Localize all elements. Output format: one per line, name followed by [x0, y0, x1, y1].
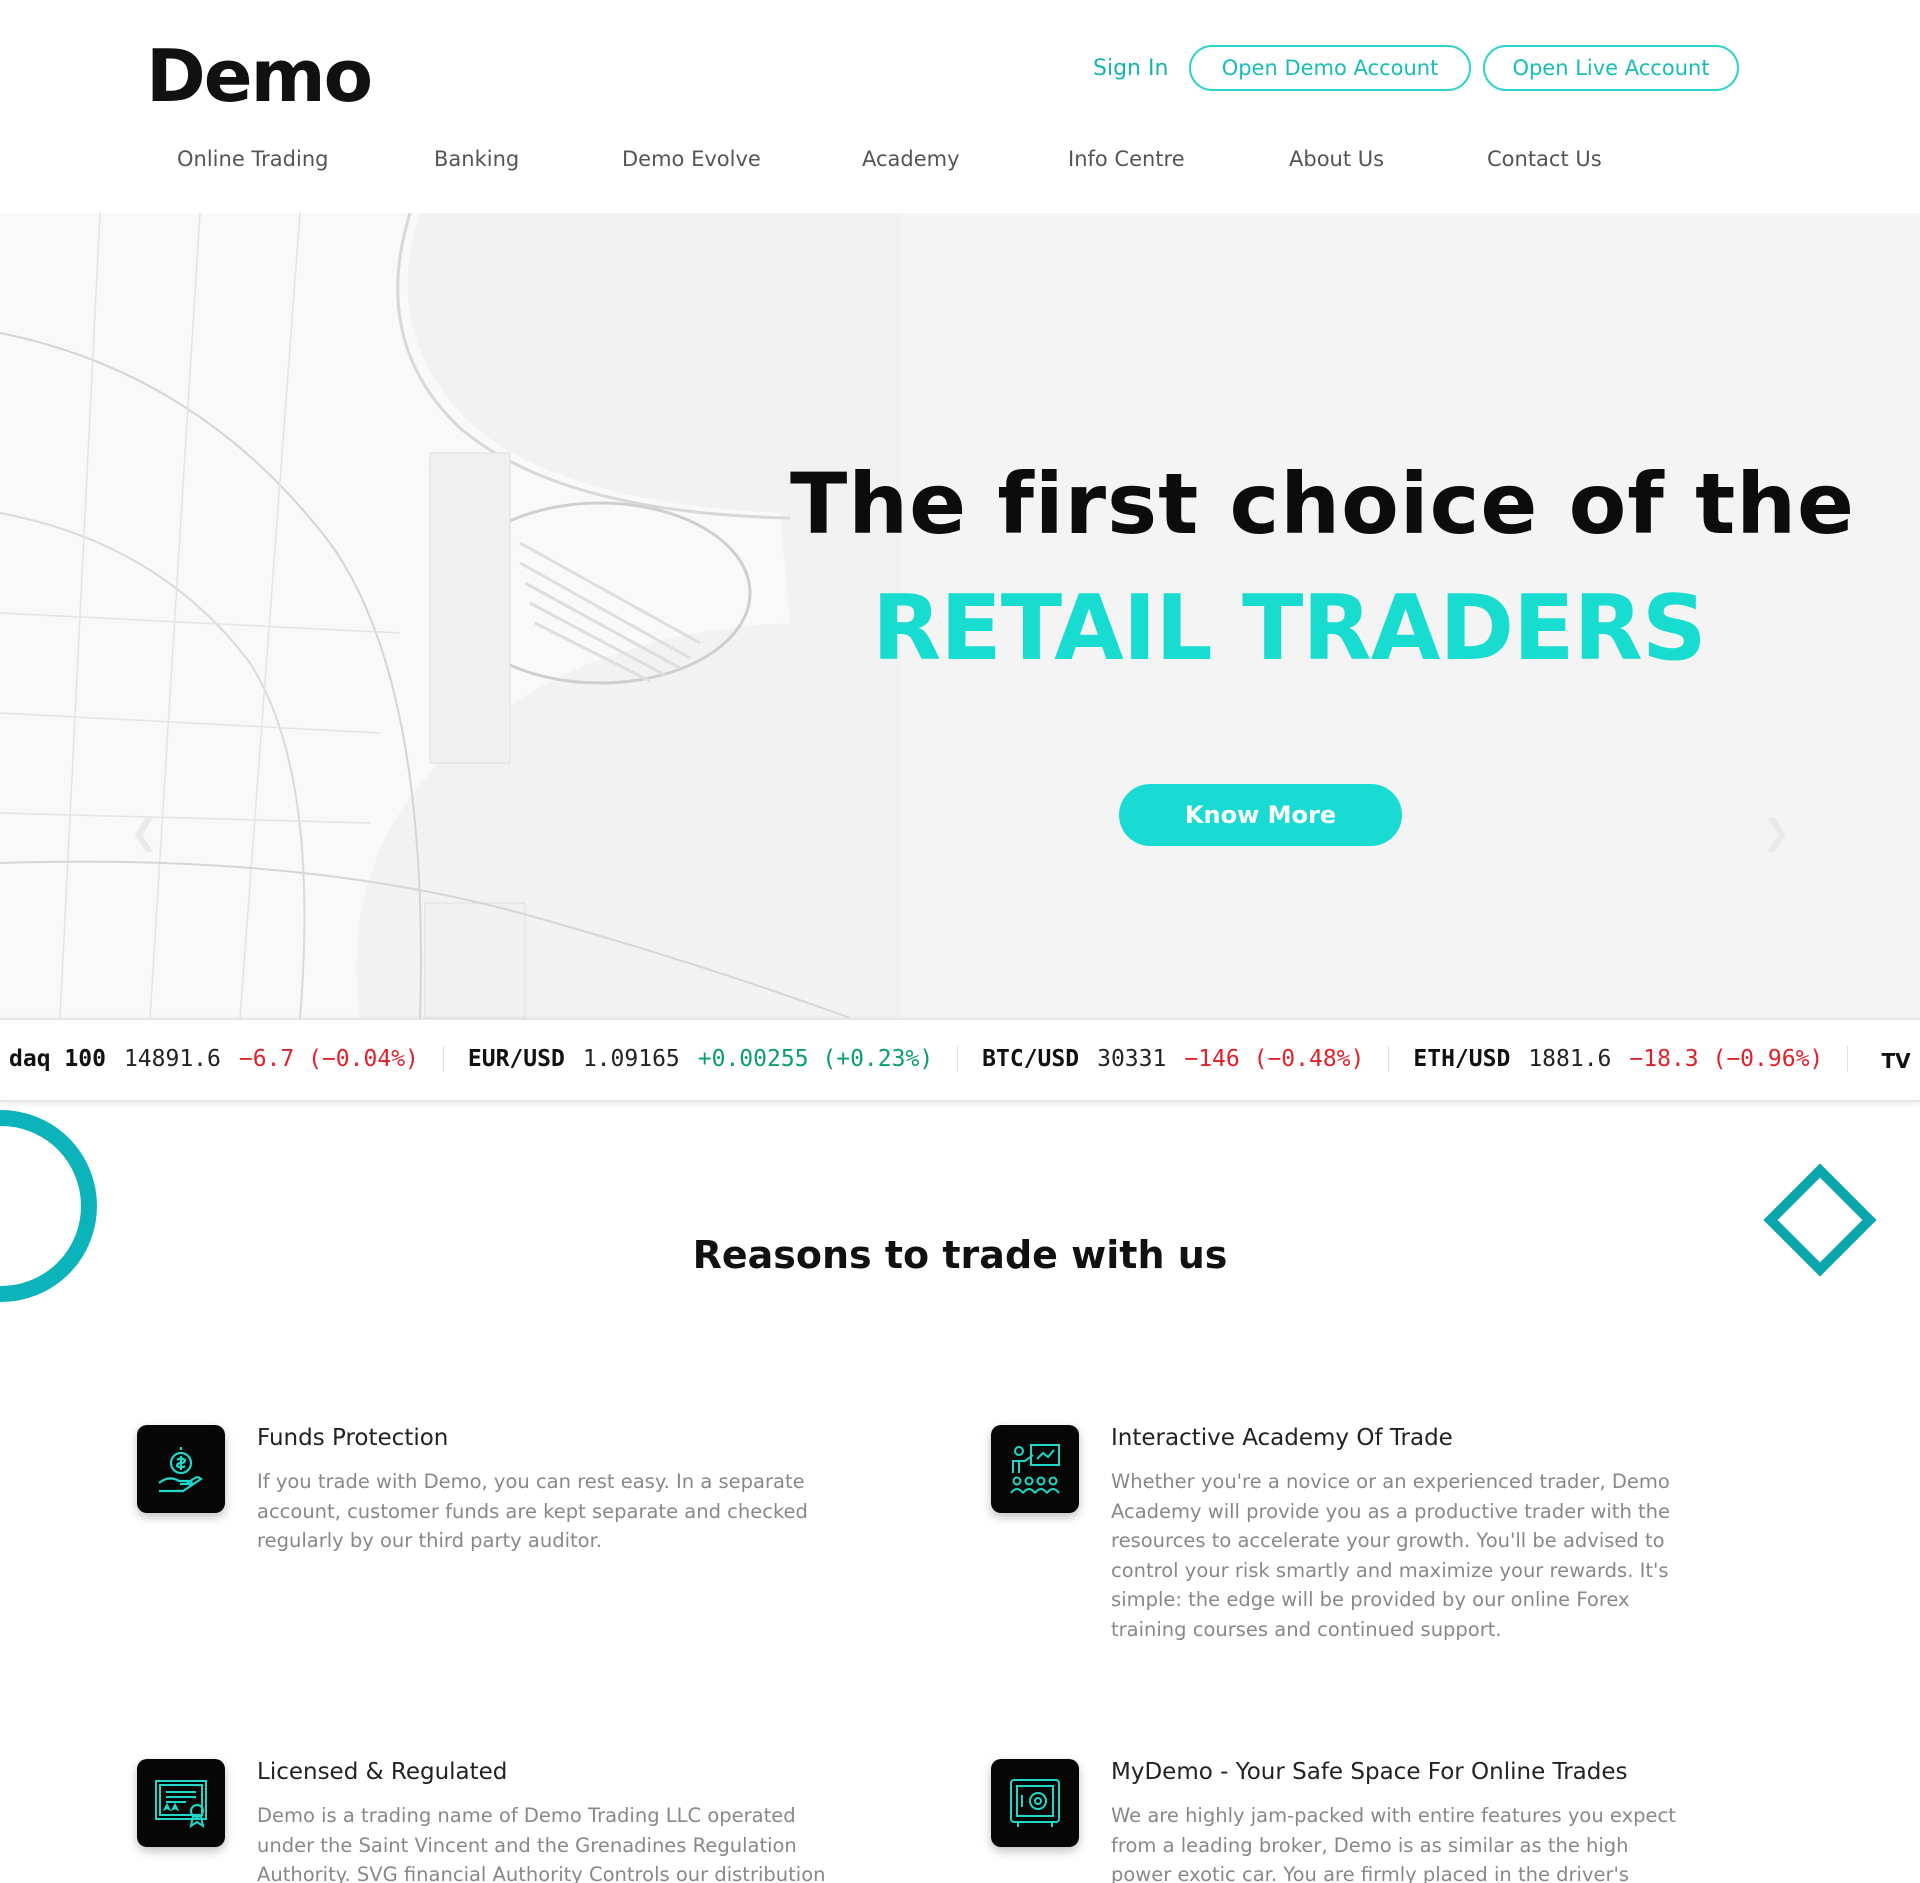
ticker-item[interactable]: daq 100 14891.6 −6.7 (−0.04%) [0, 1046, 444, 1072]
carousel-prev-icon[interactable]: ❮ [130, 813, 159, 853]
feature-title: Funds Protection [257, 1425, 449, 1451]
nav-info-centre[interactable]: Info Centre [1068, 147, 1185, 171]
main-nav: Online Trading Banking Demo Evolve Acade… [0, 147, 1920, 177]
ticker-change: −146 (−0.48%) [1184, 1046, 1365, 1072]
ticker-track: daq 100 14891.6 −6.7 (−0.04%) EUR/USD 1.0916… [0, 1046, 1920, 1072]
carousel-next-icon[interactable]: ❯ [1762, 813, 1791, 853]
ticker-price: 1.09165 [582, 1046, 680, 1072]
ticker-change: +0.00255 (+0.23%) [697, 1046, 934, 1072]
feature-description: Demo is a trading name of Demo Trading L… [257, 1804, 826, 1883]
market-ticker: daq 100 14891.6 −6.7 (−0.04%) EUR/USD 1.0916… [0, 1018, 1920, 1102]
ticker-item[interactable]: BTC/USD 30331 −146 (−0.48%) [958, 1046, 1390, 1072]
ticker-symbol: EUR/USD [467, 1046, 565, 1072]
nav-academy[interactable]: Academy [862, 147, 960, 171]
ticker-symbol: daq 100 [9, 1046, 106, 1072]
ticker-item[interactable]: ETH/USD 1881.6 −18.3 (−0.96%) [1389, 1046, 1849, 1072]
know-more-button[interactable]: Know More [1119, 784, 1402, 846]
feature-description: We are highly jam-packed with entire fea… [1111, 1804, 1676, 1883]
ticker-price: 30331 [1097, 1046, 1167, 1072]
money-hand-icon [137, 1425, 225, 1513]
ticker-change: −18.3 (−0.96%) [1629, 1046, 1824, 1072]
site-header: Demo Sign In Open Demo Account Open Live… [0, 0, 1920, 213]
feature-description: If you trade with Demo, you can rest eas… [257, 1470, 808, 1552]
feature-title: Interactive Academy Of Trade [1111, 1425, 1453, 1451]
hero-architecture-image [0, 213, 900, 1018]
nav-contact-us[interactable]: Contact Us [1487, 147, 1602, 171]
hero-title: The first choice of the [790, 455, 1856, 553]
certificate-icon [137, 1759, 225, 1847]
ticker-change: −6.7 (−0.04%) [238, 1046, 419, 1072]
ticker-price: 1881.6 [1528, 1046, 1612, 1072]
ticker-symbol: BTC/USD [982, 1046, 1080, 1072]
feature-title: Licensed & Regulated [257, 1759, 508, 1785]
tradingview-logo-icon[interactable]: TV [1872, 1038, 1920, 1084]
feature-title: MyDemo - Your Safe Space For Online Trad… [1111, 1759, 1628, 1785]
nav-about-us[interactable]: About Us [1289, 147, 1384, 171]
logo[interactable]: Demo [146, 34, 373, 118]
nav-banking[interactable]: Banking [434, 147, 519, 171]
classroom-icon [991, 1425, 1079, 1513]
ticker-symbol: ETH/USD [1413, 1046, 1511, 1072]
nav-online-trading[interactable]: Online Trading [177, 147, 328, 171]
nav-demo-evolve[interactable]: Demo Evolve [622, 147, 761, 171]
ticker-price: 14891.6 [123, 1046, 221, 1072]
open-demo-account-button[interactable]: Open Demo Account [1189, 45, 1471, 91]
ticker-item[interactable]: EUR/USD 1.09165 +0.00255 (+0.23%) [444, 1046, 959, 1072]
sign-in-link[interactable]: Sign In [1093, 56, 1168, 81]
hero-subtitle: RETAIL TRADERS [872, 576, 1707, 681]
open-live-account-button[interactable]: Open Live Account [1483, 45, 1739, 91]
reasons-title: Reasons to trade with us [692, 1233, 1228, 1277]
feature-description: Whether you're a novice or an experience… [1111, 1470, 1671, 1641]
safe-icon [991, 1759, 1079, 1847]
